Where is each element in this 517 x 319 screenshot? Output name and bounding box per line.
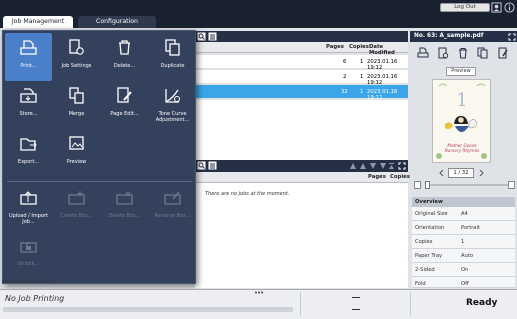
menu-item-rename-box: Rename Box... (149, 183, 196, 231)
overview-row: Fold Off (412, 277, 515, 288)
search-icon[interactable] (197, 32, 206, 41)
menu-item-duplicate[interactable]: Duplicate (149, 33, 196, 81)
unlock-icon (20, 242, 37, 253)
table-row[interactable]: 2 1 2023.01.16 19:12 (195, 70, 408, 86)
store-icon (20, 88, 37, 103)
job-actions-toolbar (410, 43, 517, 65)
preview-icon (69, 136, 84, 150)
user-status-icon[interactable] (491, 2, 502, 13)
job-settings-icon[interactable] (437, 47, 449, 59)
tab-job-management[interactable]: Job Management (3, 16, 73, 28)
trash-icon (119, 40, 130, 55)
job-settings-icon (69, 39, 84, 55)
col-copies[interactable]: Copies (390, 174, 410, 180)
menu-item-job-settings[interactable]: Job Settings (53, 33, 100, 81)
more-dots-icon (255, 291, 263, 294)
status-bar-handle[interactable] (254, 291, 264, 294)
page-indicator[interactable]: 1 / 32 (448, 168, 474, 178)
merge-icon (69, 87, 84, 104)
tab-configuration[interactable]: Configuration (78, 16, 156, 28)
queue-toolbar (195, 160, 408, 172)
slider-thumb[interactable] (425, 181, 430, 189)
menu-item-create-box: Create Box... (53, 183, 100, 231)
upload-icon (20, 191, 37, 205)
queue-header: Pages Copies (195, 172, 410, 183)
slider-end-button[interactable] (508, 181, 515, 189)
list-view-icon[interactable] (208, 32, 217, 41)
status-dash (352, 297, 360, 298)
overview-title: Overview (412, 197, 515, 207)
search-icon[interactable] (197, 161, 206, 170)
overview-row: Copies 1 (412, 235, 515, 249)
machine-status: Ready (466, 298, 498, 308)
status-divider (410, 292, 411, 316)
empty-queue-message: There are no jobs at the moment. (205, 191, 290, 197)
print-status-text: No Job Printing (5, 294, 65, 303)
logout-button[interactable]: Log Out (440, 3, 490, 12)
menu-item-store[interactable]: Store... (5, 81, 52, 129)
menu-divider (7, 181, 192, 182)
job-management-menu: Print... Job Settings Delete... Duplicat… (2, 30, 196, 284)
trash-icon[interactable] (457, 47, 469, 59)
expand-icon[interactable] (508, 33, 516, 41)
storage-free-text: 882 GB of 884 GB Free (2, 280, 55, 285)
job-list-header: Pages Copies Date Modified (195, 42, 408, 56)
preview-button[interactable]: Preview (446, 67, 476, 76)
menu-item-tone-curve[interactable]: Tone Curve Adjustment... (149, 81, 196, 129)
duplicate-icon[interactable] (477, 47, 489, 59)
page-slider[interactable] (414, 181, 515, 189)
job-title: No. 63: A_sample.pdf (414, 33, 484, 39)
menu-item-preview[interactable]: Preview (53, 129, 100, 177)
menu-item-merge[interactable]: Merge (53, 81, 100, 129)
page-number: 1 (456, 90, 468, 111)
delete-box-icon (116, 191, 133, 205)
expand-icon[interactable] (398, 162, 406, 170)
export-icon (20, 138, 37, 151)
job-list-body (195, 100, 408, 160)
next-page-icon[interactable] (477, 169, 485, 177)
prev-page-icon[interactable] (438, 169, 446, 177)
overview-row: Paper Tray Auto (412, 249, 515, 263)
info-icon[interactable] (504, 2, 515, 13)
overview-row: Original Size A4 (412, 207, 515, 221)
job-list-toolbar (195, 31, 408, 42)
print-icon[interactable] (417, 47, 429, 59)
slider-start-button[interactable] (414, 181, 421, 189)
queue-body (195, 183, 408, 288)
table-row-selected[interactable]: 32 1 2023.01.16 19:12 (195, 85, 408, 101)
menu-item-print[interactable]: Print... (5, 33, 52, 81)
slider-track[interactable] (425, 184, 508, 186)
rename-box-icon (164, 191, 181, 205)
menu-item-export[interactable]: Export... (5, 129, 52, 177)
menu-item-page-edit[interactable]: Page Edit... (101, 81, 148, 129)
col-pages[interactable]: Pages (368, 174, 386, 180)
menu-item-delete-box: Delete Box... (101, 183, 148, 231)
col-copies[interactable]: Copies (349, 44, 369, 50)
page-thumbnail[interactable]: 1 Mother Goose Nursery Rhymes (432, 79, 491, 163)
overview-row: 2-Sided On (412, 263, 515, 277)
col-pages[interactable]: Pages (326, 44, 344, 50)
overview-row: Orientation Portrait (412, 221, 515, 235)
menu-item-unlock: Unlock... (5, 231, 52, 279)
print-icon (20, 40, 37, 55)
tone-curve-icon (165, 89, 180, 103)
print-progress-bar (3, 307, 293, 312)
create-box-icon (68, 191, 85, 205)
page-edit-icon (117, 87, 132, 103)
duplicate-icon (165, 39, 180, 56)
table-row[interactable]: 6 1 2023.01.16 19:12 (195, 55, 408, 71)
list-view-icon[interactable] (208, 161, 217, 170)
menu-item-delete[interactable]: Delete... (101, 33, 148, 81)
menu-item-upload-import[interactable]: Upload / Import Job... (5, 183, 52, 231)
page-edit-icon[interactable] (497, 47, 509, 59)
status-divider (300, 292, 301, 316)
status-dash (352, 309, 360, 310)
book-caption: Mother Goose Nursery Rhymes (444, 143, 480, 153)
reorder-arrows-icon[interactable] (349, 162, 395, 170)
